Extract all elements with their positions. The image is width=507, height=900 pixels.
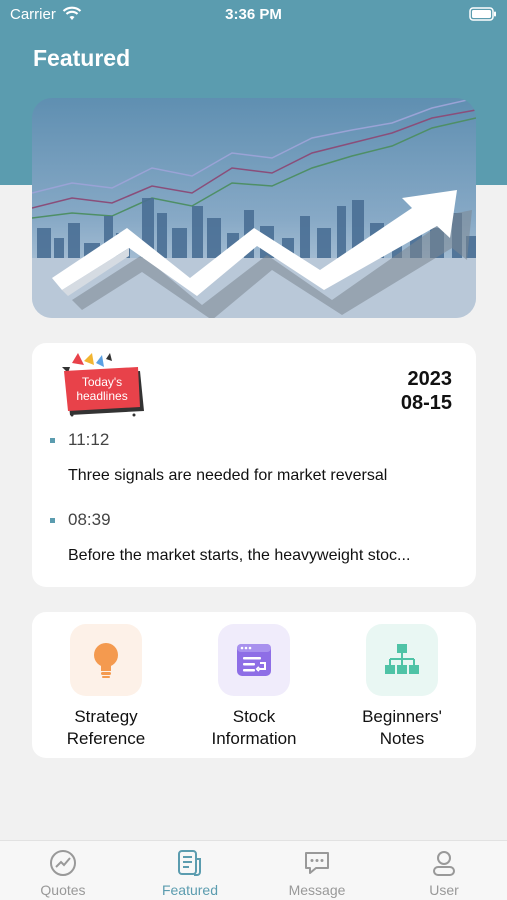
- tool-label: Strategy Reference: [66, 707, 146, 748]
- tab-user[interactable]: User: [381, 841, 507, 900]
- lightbulb-icon: [70, 624, 142, 696]
- chart-circle-icon: [49, 849, 77, 882]
- battery-icon: [469, 7, 497, 25]
- news-title[interactable]: Before the market starts, the heavyweigh…: [68, 547, 462, 565]
- tab-bar: Quotes Featured Message User: [0, 840, 507, 900]
- tab-label: Featured: [161, 882, 219, 898]
- page-title: Featured: [33, 45, 131, 71]
- todays-headlines-badge: Today's headlines: [62, 353, 146, 424]
- news-list-icon: [218, 624, 290, 696]
- headlines-card: Today's headlines 2023 08-15 11:12 Three…: [32, 343, 476, 587]
- stock-information-button[interactable]: Stock Information: [184, 624, 324, 750]
- tab-label: Quotes: [40, 882, 86, 898]
- tools-card: Strategy Reference Stock Information Beg…: [32, 612, 476, 758]
- document-icon: [176, 849, 204, 882]
- beginners-notes-button[interactable]: Beginners' Notes: [332, 624, 472, 750]
- tab-quotes[interactable]: Quotes: [0, 841, 126, 900]
- tab-message[interactable]: Message: [254, 841, 380, 900]
- clock: 3:36 PM: [225, 6, 282, 23]
- strategy-reference-button[interactable]: Strategy Reference: [36, 624, 176, 750]
- news-title[interactable]: Three signals are needed for market reve…: [68, 467, 462, 485]
- bullet-icon: [50, 438, 55, 443]
- featured-banner[interactable]: [32, 98, 476, 318]
- news-time: 08:39: [68, 510, 111, 529]
- news-time: 11:12: [68, 430, 110, 449]
- status-bar: Carrier 3:36 PM: [0, 0, 507, 30]
- badge-line2: headlines: [76, 389, 127, 403]
- tab-label: User: [429, 882, 459, 898]
- date-day: 08-15: [400, 392, 452, 414]
- tool-label: Stock Information: [211, 707, 297, 748]
- date-year: 2023: [407, 368, 453, 390]
- person-icon: [430, 849, 458, 882]
- banner-illustration: [32, 98, 476, 318]
- headline-date: 2023 08-15: [401, 367, 452, 415]
- bullet-icon: [50, 518, 55, 523]
- hierarchy-icon: [366, 624, 438, 696]
- tab-featured[interactable]: Featured: [127, 841, 253, 900]
- chat-icon: [303, 849, 331, 882]
- tool-label: Beginners' Notes: [362, 707, 442, 748]
- badge-line1: Today's: [82, 375, 122, 389]
- tab-label: Message: [288, 882, 346, 898]
